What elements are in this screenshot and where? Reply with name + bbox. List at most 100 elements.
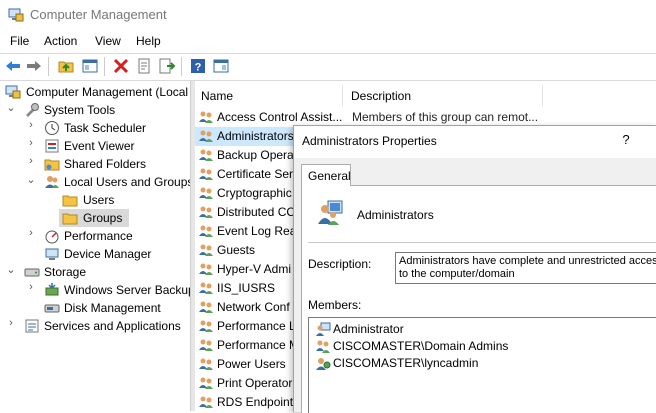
tree-label: System Tools [44, 103, 116, 117]
group-icon [199, 263, 213, 275]
group-icon [199, 377, 213, 389]
disk-management-icon [44, 304, 60, 313]
tree-label: Device Manager [64, 247, 152, 261]
show-hide-tree-icon[interactable] [82, 58, 98, 74]
event-viewer-icon [45, 139, 59, 153]
group-icon [316, 340, 330, 353]
dialog-title: Administrators Properties [302, 134, 437, 148]
computer-management-icon [5, 85, 21, 99]
list-item-name: Cryptographic [217, 186, 292, 200]
menu-file[interactable]: File [10, 34, 29, 48]
chevron-right-icon[interactable]: › [26, 227, 36, 239]
chevron-down-icon[interactable]: ⌄ [6, 263, 16, 276]
group-icon [199, 358, 213, 370]
toolbar-separator [104, 57, 105, 76]
tree-item-disk-management[interactable]: Disk Management [0, 299, 190, 317]
show-hide-action-pane-icon[interactable] [213, 58, 229, 74]
description-field[interactable]: Administrators have complete and unrestr… [395, 252, 656, 284]
group-icon [199, 168, 213, 180]
forward-icon[interactable] [26, 58, 42, 74]
tree-label: Windows Server Backup [64, 283, 190, 297]
up-folder-icon[interactable] [58, 58, 74, 74]
member-name: CISCOMASTER\lyncadmin [333, 356, 479, 370]
properties-icon[interactable] [136, 58, 152, 74]
tree-item-performance[interactable]: › Performance [0, 227, 190, 245]
list-item-name: IIS_IUSRS [217, 281, 276, 295]
tree-label: Services and Applications [44, 319, 181, 333]
tree-item-windows-server-backup[interactable]: › Windows Server Backup [0, 281, 190, 299]
group-icon [199, 320, 213, 332]
tree-item-event-viewer[interactable]: › Event Viewer [0, 137, 190, 155]
help-icon[interactable]: ? [190, 58, 206, 74]
list-item-name: Administrators [217, 129, 294, 143]
chevron-right-icon[interactable]: › [26, 137, 36, 149]
tree-label: Task Scheduler [64, 121, 147, 135]
menu-view[interactable]: View [95, 34, 121, 48]
members-list: Administrator CISCOMASTER\Domain Admins … [308, 317, 656, 413]
tree-item-task-scheduler[interactable]: › Task Scheduler [0, 119, 190, 137]
delete-icon[interactable] [113, 58, 129, 74]
column-header-description[interactable]: Description [345, 85, 543, 107]
export-list-icon[interactable] [159, 58, 175, 74]
group-icon [199, 206, 213, 218]
users-icon [45, 176, 59, 188]
tree-label: Performance [64, 229, 133, 243]
back-icon[interactable] [5, 58, 21, 74]
group-icon [199, 111, 213, 123]
group-icon [199, 187, 213, 199]
folder-icon [62, 213, 78, 225]
tree-item-system-tools[interactable]: ⌄ System Tools [0, 101, 190, 119]
tree-item-local-users-and-groups[interactable]: ⌄ Local Users and Groups [0, 173, 190, 191]
list-item-name: Backup Operato [217, 148, 304, 162]
list-item-name: Network Conf [217, 300, 290, 314]
tree-label: Users [83, 193, 115, 207]
toolbar-separator [181, 57, 182, 76]
backup-icon [45, 283, 59, 296]
menu-help[interactable]: Help [136, 34, 161, 48]
tree-label: Groups [83, 211, 123, 225]
group-icon [199, 244, 213, 256]
tree-item-users[interactable]: Users [0, 191, 190, 209]
list-item-name: Event Log Rea [217, 224, 297, 238]
description-label: Description: [308, 257, 372, 271]
clock-icon [45, 121, 59, 135]
toolbar-separator [48, 57, 49, 76]
list-item-name: Performance M [217, 338, 300, 352]
list-item-name: Distributed CC [217, 205, 296, 219]
tree-item-computer-management[interactable]: Computer Management (Local [0, 83, 190, 101]
administrators-properties-dialog: Administrators Properties ? General Admi… [293, 125, 656, 413]
domain-user-icon [316, 358, 331, 370]
group-icon [199, 149, 213, 161]
chevron-down-icon[interactable]: ⌄ [6, 101, 16, 114]
user-icon [316, 322, 331, 336]
menu-action[interactable]: Action [44, 34, 77, 48]
column-header-name[interactable]: Name [195, 85, 343, 107]
tree-item-device-manager[interactable]: Device Manager [0, 245, 190, 263]
tree-label: Storage [44, 265, 87, 279]
toolbar: ? [0, 53, 656, 81]
general-tab-page: Administrators Description: Administrato… [301, 185, 656, 413]
title-bar: Computer Management [0, 0, 656, 30]
help-button[interactable]: ? [619, 132, 633, 147]
tree-label: Computer Management (Local [26, 85, 189, 99]
chevron-right-icon[interactable]: › [26, 155, 36, 167]
chevron-right-icon[interactable]: › [26, 119, 36, 131]
chevron-right-icon[interactable]: › [26, 281, 36, 293]
services-icon [25, 319, 39, 333]
list-item-name: RDS Endpoint [217, 395, 294, 409]
system-tools-icon [26, 103, 39, 117]
group-icon [318, 200, 343, 225]
tree-item-services-and-applications[interactable]: › Services and Applications [0, 317, 190, 335]
list-item-name: Hyper-V Admi [217, 262, 292, 276]
description-line: to the computer/domain [399, 268, 515, 280]
chevron-right-icon[interactable]: › [6, 317, 16, 329]
group-icon [199, 301, 213, 313]
tree-item-storage[interactable]: ⌄ Storage [0, 263, 190, 281]
tree-item-shared-folders[interactable]: › Shared Folders [0, 155, 190, 173]
list-item-name: Guests [217, 243, 256, 257]
chevron-down-icon[interactable]: ⌄ [26, 173, 36, 186]
tree-item-groups[interactable]: Groups [59, 209, 129, 227]
tab-general[interactable]: General [301, 164, 351, 186]
svg-text:?: ? [195, 62, 202, 74]
list-item-name: Performance L [217, 319, 296, 333]
